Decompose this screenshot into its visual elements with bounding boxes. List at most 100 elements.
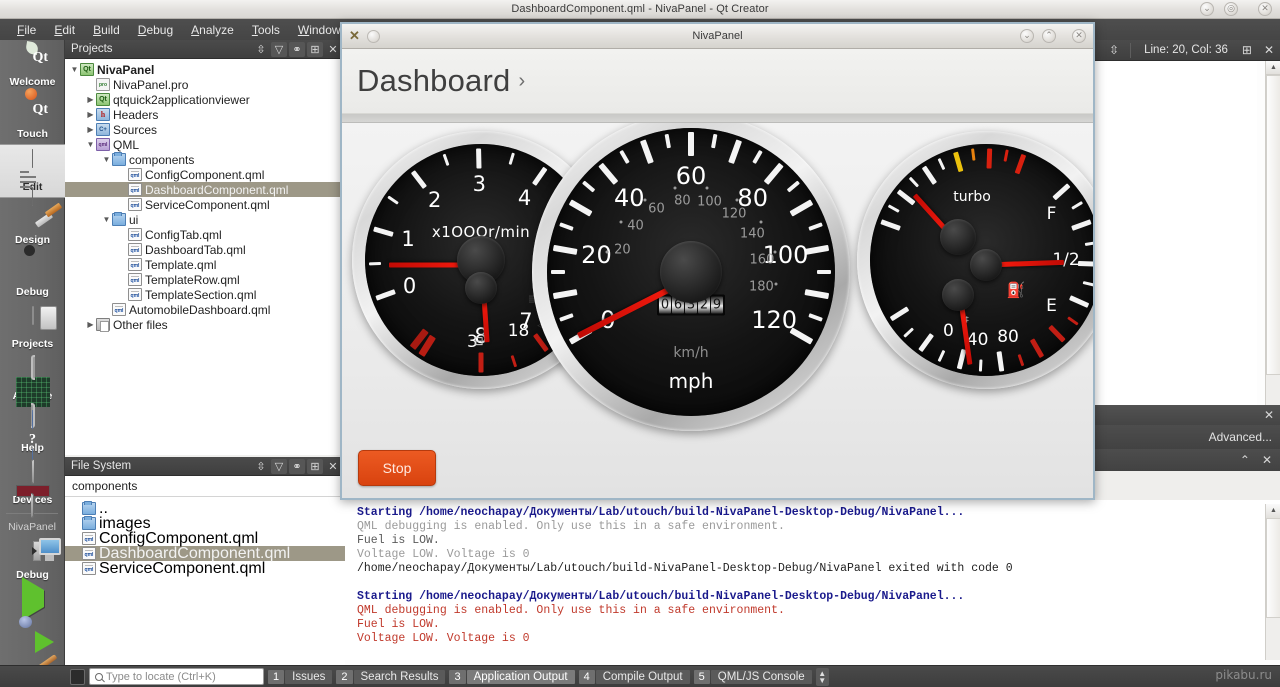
filesystem-list[interactable]: ..imagesConfigComponent.qmlDashboardComp… xyxy=(65,498,345,675)
mode-projects[interactable]: Projects xyxy=(0,302,65,354)
close-icon[interactable]: ✕ xyxy=(1258,2,1272,16)
mode-welcome[interactable]: Welcome xyxy=(0,40,65,92)
tree-item[interactable]: ▼ ui xyxy=(65,212,345,227)
project-tree[interactable]: ▼ NivaPanelNivaPanel.pro ▶ qtquick2applicat… xyxy=(65,59,345,455)
search-input[interactable]: Type to locate (Ctrl+K) xyxy=(89,668,264,685)
menu-item-tools[interactable]: Tools xyxy=(243,21,289,39)
maximize-icon[interactable]: ◎ xyxy=(1224,2,1238,16)
close-icon[interactable]: ✕ xyxy=(325,459,341,474)
chevron-up-icon[interactable]: ⌃ xyxy=(1042,29,1056,43)
tree-item[interactable]: ▼ NivaPanel xyxy=(65,62,345,77)
tree-item[interactable]: ▼ QML xyxy=(65,137,345,152)
close-icon[interactable]: ✕ xyxy=(1072,29,1086,43)
chevron-right-icon[interactable]: › xyxy=(518,70,525,93)
gauge-tick-major xyxy=(640,139,655,165)
output-tab-compile-output[interactable]: 4 Compile Output xyxy=(578,668,690,686)
mode-edit[interactable]: Edit xyxy=(0,144,65,206)
close-icon[interactable]: ✕ xyxy=(1264,408,1274,422)
menu-item-file[interactable]: File xyxy=(8,21,45,39)
tree-item[interactable]: ▶ Other files xyxy=(65,317,345,332)
tree-item[interactable]: TemplateRow.qml xyxy=(65,272,345,287)
link-icon[interactable]: ⚭ xyxy=(289,41,305,57)
mode-debug[interactable]: Debug xyxy=(0,250,65,302)
tree-item[interactable]: ▶ Sources xyxy=(65,122,345,137)
link-icon[interactable]: ⚭ xyxy=(289,458,305,474)
split-add-icon[interactable]: ⊞ xyxy=(1236,43,1258,57)
output-tab-qmljs-console[interactable]: 5 QML/JS Console xyxy=(693,668,812,686)
output-tab-search-results[interactable]: 2 Search Results xyxy=(336,668,446,686)
mode-analyze[interactable]: Analyze xyxy=(0,354,65,428)
tree-item[interactable]: Template.qml xyxy=(65,257,345,272)
scroll-up-icon[interactable]: ▲ xyxy=(1266,504,1280,518)
window-menu-icon[interactable] xyxy=(366,29,380,43)
tree-item-label: NivaPanel.pro xyxy=(113,77,189,92)
split-add-icon[interactable]: ⊞ xyxy=(307,458,323,474)
mode-touch[interactable]: Touch xyxy=(0,88,65,144)
tree-item[interactable]: ▶ qtquick2applicationviewer xyxy=(65,92,345,107)
tree-item[interactable]: DashboardComponent.qml xyxy=(65,182,345,197)
sync-updown-icon[interactable]: ⇳ xyxy=(253,459,269,474)
menu-item-build[interactable]: Build xyxy=(84,21,129,39)
scrollbar-thumb[interactable] xyxy=(1266,75,1280,375)
filter-icon[interactable]: ▽ xyxy=(271,458,287,474)
gauge-tick-minor xyxy=(508,152,515,165)
chevron-right-icon[interactable]: ▶ xyxy=(85,95,96,104)
multi-gauge-face: F1/2E04080 turbo ⛽ ⌗ xyxy=(870,144,1093,376)
minimize-icon[interactable]: ⌄ xyxy=(1200,2,1214,16)
split-add-icon[interactable]: ⊞ xyxy=(307,41,323,57)
close-icon[interactable]: ✕ xyxy=(1262,453,1272,467)
tree-item[interactable]: DashboardTab.qml xyxy=(65,242,345,257)
tree-item[interactable]: NivaPanel.pro xyxy=(65,77,345,92)
gauge-tick-major xyxy=(552,244,578,255)
output-vertical-scrollbar[interactable]: ▲ xyxy=(1265,504,1280,660)
mode-design[interactable]: Design xyxy=(0,198,65,250)
qml-file-icon xyxy=(128,168,142,181)
tree-item[interactable]: ▼ components xyxy=(65,152,345,167)
gauge-cluster: 012345678318 x1OOOr/min ≣D ◁ ⊟ 020406080… xyxy=(342,123,1093,498)
tree-item-label: ConfigTab.qml xyxy=(145,227,222,242)
stop-button[interactable]: Stop xyxy=(358,450,436,486)
output-tab-application-output[interactable]: 3 Application Output xyxy=(449,668,575,686)
qml-file-icon xyxy=(128,198,142,211)
menu-item-debug[interactable]: Debug xyxy=(129,21,182,39)
sync-updown-icon[interactable]: ▲ ▼ xyxy=(815,667,829,686)
tree-item[interactable]: ConfigTab.qml xyxy=(65,227,345,242)
temp-hub xyxy=(942,278,975,311)
tree-item[interactable]: ServiceComponent.qml xyxy=(65,560,345,577)
application-output-pane[interactable]: Starting /home/neochapay/Документы/Lab/u… xyxy=(345,500,1280,660)
sync-updown-icon[interactable]: ⇳ xyxy=(1103,43,1125,57)
tree-item[interactable]: ▶ Headers xyxy=(65,107,345,122)
editor-vertical-scrollbar[interactable]: ▲ ▼ xyxy=(1265,61,1280,439)
close-icon[interactable]: ✕ xyxy=(1258,43,1280,57)
speedometer-mph-number: 60 xyxy=(675,162,707,190)
scrollbar-thumb[interactable] xyxy=(1266,518,1280,618)
filter-icon[interactable]: ▽ xyxy=(271,41,287,57)
gauge-tick-major xyxy=(804,289,830,300)
output-line: QML debugging is enabled. Only use this … xyxy=(357,520,785,533)
tree-item[interactable]: ConfigComponent.qml xyxy=(65,167,345,182)
output-tab-issues[interactable]: 1 Issues xyxy=(268,668,333,686)
run-button[interactable] xyxy=(0,577,65,624)
chevron-right-icon[interactable]: ▶ xyxy=(85,320,96,329)
tree-item[interactable]: AutomobileDashboard.qml xyxy=(65,302,345,317)
scroll-up-icon[interactable]: ▲ xyxy=(1266,61,1280,75)
chevron-down-icon[interactable]: ⌄ xyxy=(1020,29,1034,43)
chevron-up-icon[interactable]: ⌃ xyxy=(1240,453,1250,467)
sidebar-toggle-icon[interactable] xyxy=(70,668,85,685)
advanced-link[interactable]: Advanced... xyxy=(1209,430,1272,444)
chevron-down-icon[interactable]: ▼ xyxy=(69,65,80,74)
chevron-right-icon[interactable]: ▶ xyxy=(85,110,96,119)
menu-item-edit[interactable]: Edit xyxy=(45,21,84,39)
chevron-right-icon[interactable]: ▶ xyxy=(85,125,96,134)
chevron-down-icon[interactable]: ▼ xyxy=(101,215,112,224)
close-icon[interactable]: ✕ xyxy=(325,42,341,57)
chevron-down-icon[interactable]: ▼ xyxy=(85,140,96,149)
sync-updown-icon[interactable]: ⇳ xyxy=(253,42,269,57)
tree-item[interactable]: ServiceComponent.qml xyxy=(65,197,345,212)
tree-item[interactable]: TemplateSection.qml xyxy=(65,287,345,302)
mode-devices[interactable]: Devices xyxy=(0,458,65,518)
mode-help[interactable]: Help xyxy=(0,406,65,468)
chevron-down-icon[interactable]: ▼ xyxy=(101,155,112,164)
tachometer-number: 3 xyxy=(472,172,487,197)
menu-item-analyze[interactable]: Analyze xyxy=(182,21,243,39)
